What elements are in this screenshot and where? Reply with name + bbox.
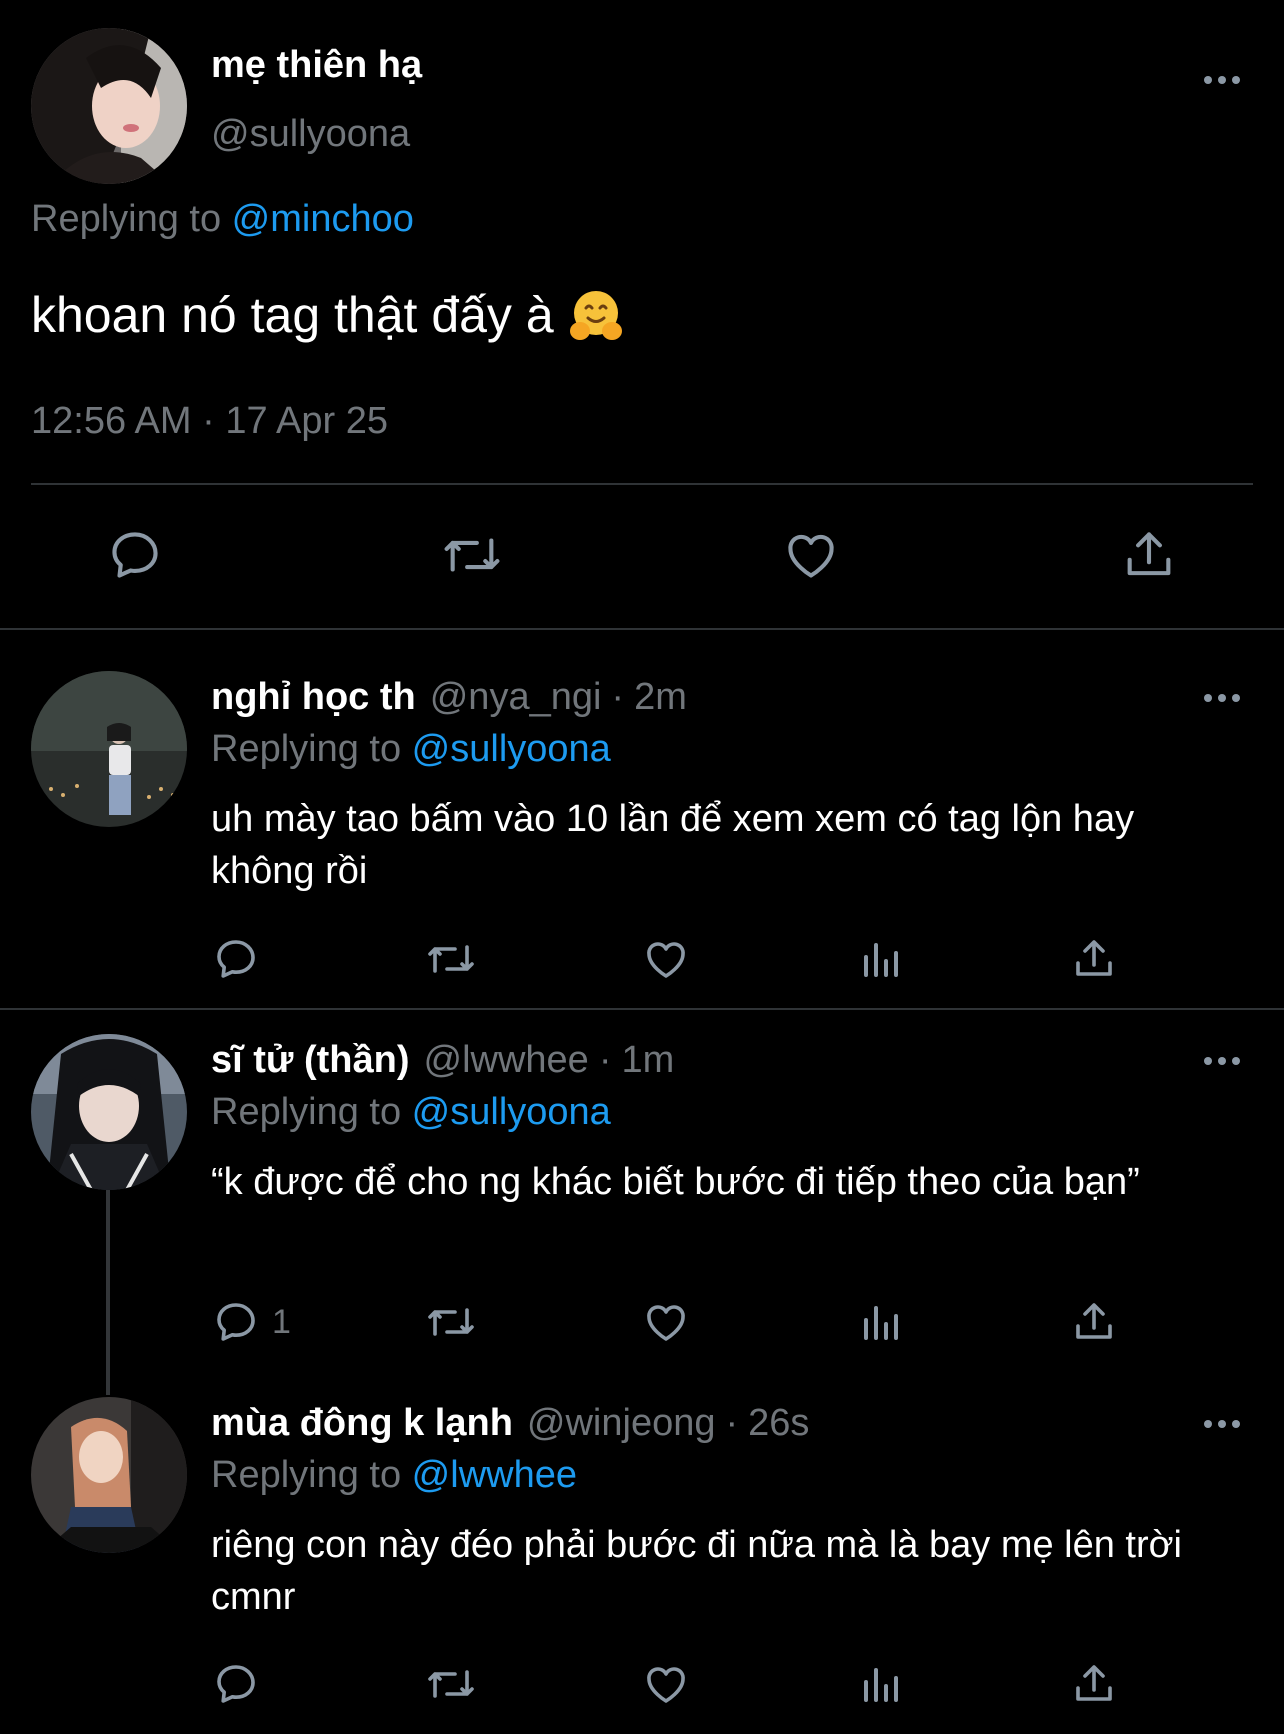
main-timestamp[interactable]: 12:56 AM · 17 Apr 25 <box>31 400 388 443</box>
share-icon <box>1076 1303 1112 1339</box>
reply-3-analytics-button[interactable] <box>858 1660 906 1708</box>
hugging-face-emoji-icon <box>568 287 624 343</box>
reply-2-text: “k được để cho ng khác biết bước đi tiếp… <box>211 1161 1140 1203</box>
reply-1-share-button[interactable] <box>1070 935 1118 983</box>
analytics-icon <box>864 943 898 977</box>
separator-dot: · <box>598 1039 612 1081</box>
main-replying-line: Replying to @minchoo <box>31 198 414 241</box>
reply-1-retweet-button[interactable] <box>424 935 478 983</box>
reply-1-replying-line: Replying to @sullyoona <box>211 728 611 771</box>
main-retweet-button[interactable] <box>440 526 504 584</box>
divider <box>0 628 1284 630</box>
reply-3-reply-button[interactable] <box>212 1660 272 1708</box>
separator-dot: · <box>611 676 625 718</box>
replying-label: Replying to <box>211 728 412 770</box>
reply-2-like-button[interactable] <box>642 1298 690 1346</box>
reply-2-reply-button[interactable]: 1 <box>212 1298 291 1346</box>
reply-icon <box>112 532 158 578</box>
tweet-thread-page: mẹ thiên hạ @sullyoona Replying to @minc… <box>0 0 1284 1734</box>
like-icon <box>788 534 834 578</box>
reply-2-replying-line: Replying to @sullyoona <box>211 1091 611 1134</box>
avatar-reply-3[interactable] <box>31 1397 187 1553</box>
thread-connector <box>106 1190 110 1395</box>
divider <box>0 1008 1284 1010</box>
like-icon <box>647 1667 685 1703</box>
retweet-icon <box>428 945 474 973</box>
like-icon <box>647 942 685 978</box>
reply-2-time[interactable]: 1m <box>621 1039 674 1082</box>
reply-icon <box>217 1665 255 1703</box>
retweet-icon <box>444 538 500 572</box>
share-icon <box>1076 1665 1112 1701</box>
reply-3-header: mùa đông k lạnh @winjeong · 26s <box>211 1402 809 1445</box>
separator-dot: · <box>725 1402 739 1444</box>
reply-1-display-name[interactable]: nghỉ học th <box>211 676 416 719</box>
reply-1-reply-button[interactable] <box>212 935 272 983</box>
reply-1-time[interactable]: 2m <box>634 676 687 719</box>
reply-3-like-button[interactable] <box>642 1660 690 1708</box>
avatar-main-image <box>31 28 187 184</box>
reply-2-handle[interactable]: @lwwhee <box>424 1039 589 1082</box>
avatar-reply-3-image <box>31 1397 187 1553</box>
reply-1-header: nghỉ học th @nya_ngi · 2m <box>211 676 687 719</box>
replying-label: Replying to <box>211 1091 412 1133</box>
main-share-button[interactable] <box>1120 526 1178 584</box>
main-display-name[interactable]: mẹ thiên hạ <box>211 44 422 87</box>
avatar-reply-1[interactable] <box>31 671 187 827</box>
replying-to-link[interactable]: @lwwhee <box>412 1454 577 1496</box>
reply-2-retweet-button[interactable] <box>424 1298 478 1346</box>
reply-3-display-name[interactable]: mùa đông k lạnh <box>211 1402 513 1445</box>
avatar-main[interactable] <box>31 28 187 184</box>
analytics-icon <box>864 1668 898 1702</box>
avatar-reply-2[interactable] <box>31 1034 187 1190</box>
retweet-icon <box>428 1308 474 1336</box>
more-icon[interactable] <box>1200 1039 1244 1083</box>
more-icon[interactable] <box>1200 676 1244 720</box>
replying-to-link[interactable]: @sullyoona <box>412 728 611 770</box>
reply-3-time[interactable]: 26s <box>748 1402 809 1445</box>
reply-1-like-button[interactable] <box>642 935 690 983</box>
avatar-reply-1-image <box>31 671 187 827</box>
reply-2-header: sĩ tử (thần) @lwwhee · 1m <box>211 1039 674 1082</box>
reply-3-handle[interactable]: @winjeong <box>527 1402 716 1445</box>
reply-icon <box>217 940 255 978</box>
main-tweet-body: khoan nó tag thật đấy à <box>31 287 554 343</box>
replying-label: Replying to <box>211 1454 412 1496</box>
main-like-button[interactable] <box>782 526 840 584</box>
reply-1-analytics-button[interactable] <box>858 935 906 983</box>
avatar-reply-2-image <box>31 1034 187 1190</box>
replying-to-link[interactable]: @sullyoona <box>412 1091 611 1133</box>
share-icon <box>1076 940 1112 976</box>
reply-1-handle[interactable]: @nya_ngi <box>430 676 602 719</box>
like-icon <box>647 1305 685 1341</box>
reply-3-replying-line: Replying to @lwwhee <box>211 1454 577 1497</box>
main-handle[interactable]: @sullyoona <box>211 113 410 156</box>
main-reply-button[interactable] <box>106 526 164 584</box>
share-icon <box>1127 532 1171 576</box>
reply-3-retweet-button[interactable] <box>424 1660 478 1708</box>
more-icon[interactable] <box>1200 58 1244 102</box>
replying-to-link[interactable]: @minchoo <box>232 198 414 240</box>
reply-icon <box>217 1303 255 1341</box>
more-icon[interactable] <box>1200 1402 1244 1446</box>
analytics-icon <box>864 1306 898 1340</box>
reply-2-display-name[interactable]: sĩ tử (thần) <box>211 1039 410 1082</box>
main-tweet-text: khoan nó tag thật đấy à <box>31 286 624 344</box>
reply-2-analytics-button[interactable] <box>858 1298 906 1346</box>
divider <box>31 483 1253 485</box>
retweet-icon <box>428 1670 474 1698</box>
reply-3-share-button[interactable] <box>1070 1660 1118 1708</box>
reply-count: 1 <box>272 1302 291 1341</box>
replying-label: Replying to <box>31 198 232 240</box>
reply-3-text: riêng con này đéo phải bước đi nữa mà là… <box>211 1524 1183 1618</box>
reply-2-share-button[interactable] <box>1070 1298 1118 1346</box>
reply-1-text: uh mày tao bấm vào 10 lần để xem xem có … <box>211 798 1135 892</box>
